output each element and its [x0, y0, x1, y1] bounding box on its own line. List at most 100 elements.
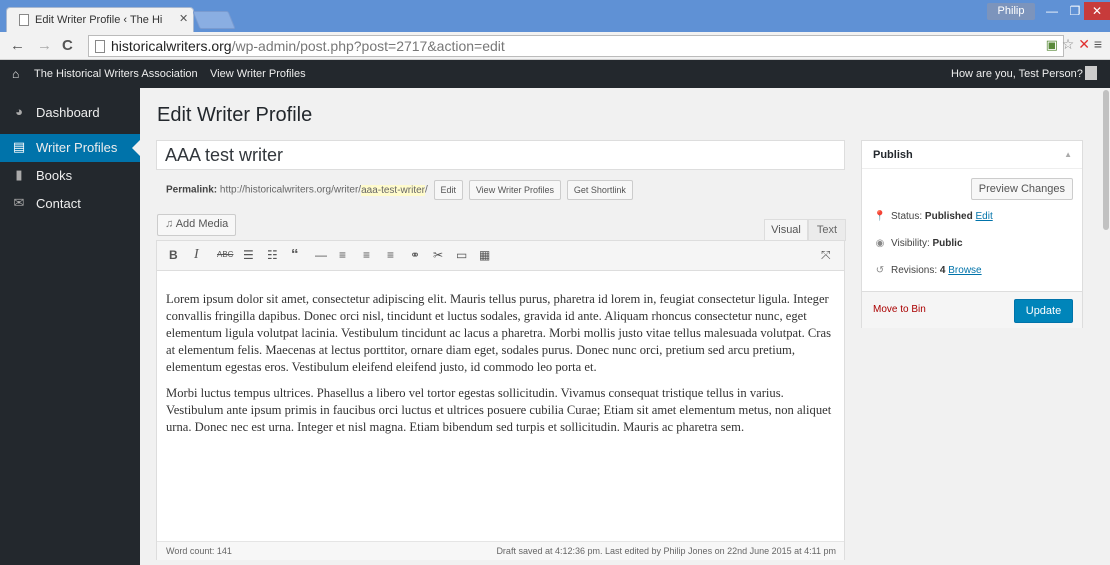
- move-to-bin-link[interactable]: Move to Bin: [873, 304, 926, 315]
- visibility-label: Visibility:: [891, 238, 930, 249]
- visibility-value: Public: [932, 238, 963, 249]
- status-edit-link[interactable]: Edit: [976, 211, 993, 222]
- writer-profiles-icon: ▤: [12, 139, 26, 154]
- window-close-icon[interactable]: ✕: [1084, 2, 1110, 20]
- toolbar-toggle-icon[interactable]: ▦: [479, 247, 490, 263]
- reload-icon[interactable]: C: [62, 37, 73, 54]
- preview-changes-button[interactable]: Preview Changes: [970, 178, 1073, 200]
- close-x-extension-icon[interactable]: ✕: [1078, 36, 1090, 52]
- status-row: 📍 Status: Published Edit: [873, 211, 993, 222]
- page-title: Edit Writer Profile: [157, 104, 313, 126]
- editor-content[interactable]: Lorem ipsum dolor sit amet, consectetur …: [166, 291, 836, 445]
- scrollbar-thumb[interactable]: [1103, 90, 1109, 230]
- admin-sidebar: ◕ Dashboard ▤ Writer Profiles ▮ Books ✉ …: [0, 88, 140, 565]
- books-icon: ▮: [15, 167, 23, 182]
- draft-status: Draft saved at 4:12:36 pm. Last edited b…: [496, 546, 836, 556]
- sidebar-item-label: Writer Profiles: [36, 140, 118, 155]
- account-greeting[interactable]: How are you, Test Person?: [951, 68, 1083, 80]
- strikethrough-icon[interactable]: ABC: [217, 247, 233, 263]
- tab-visual[interactable]: Visual: [764, 219, 808, 241]
- revisions-row: ↺ Revisions: 4 Browse: [873, 265, 982, 276]
- status-value: Published: [924, 211, 973, 222]
- horizontal-line-icon[interactable]: —: [315, 247, 327, 263]
- browser-user-chip[interactable]: Philip: [987, 3, 1035, 20]
- permalink-base[interactable]: http://historicalwriters.org/writer/: [220, 185, 361, 196]
- insert-link-icon[interactable]: ⚭: [410, 247, 420, 263]
- numbered-list-icon[interactable]: ☷: [267, 247, 278, 263]
- address-bar-row: ← → C historicalwriters.org/wp-admin/pos…: [0, 32, 1110, 60]
- view-writer-profiles-link[interactable]: View Writer Profiles: [210, 68, 306, 80]
- revisions-value: 4: [939, 265, 946, 276]
- remove-link-icon[interactable]: ✂: [433, 247, 443, 263]
- image-extension-icon[interactable]: ▣: [1046, 37, 1058, 52]
- publish-actions: Move to Bin Update: [862, 291, 1082, 328]
- avatar[interactable]: [1085, 66, 1097, 80]
- content-paragraph: Morbi luctus tempus ultrices. Phasellus …: [166, 386, 832, 434]
- publish-header[interactable]: Publish ▲: [862, 141, 1082, 169]
- sidebar-item-label: Dashboard: [36, 105, 100, 120]
- get-shortlink-button[interactable]: Get Shortlink: [566, 180, 633, 200]
- fullscreen-icon[interactable]: ⤧: [821, 247, 831, 263]
- browser-extension-icons: ▣ ☆ ✕ ≡: [1046, 36, 1102, 53]
- tab-close-icon[interactable]: ✕: [179, 12, 188, 25]
- revisions-label: Revisions:: [891, 265, 938, 276]
- word-count: Word count: 141: [166, 546, 232, 556]
- post-title-input[interactable]: AAA test writer: [156, 140, 845, 170]
- forward-icon[interactable]: →: [37, 37, 52, 54]
- back-icon[interactable]: ←: [10, 37, 25, 54]
- update-button[interactable]: Update: [1014, 299, 1073, 323]
- bookmark-star-icon[interactable]: ☆: [1062, 36, 1075, 52]
- pin-icon: 📍: [873, 211, 887, 222]
- bullet-list-icon[interactable]: ☰: [243, 247, 254, 263]
- publish-title: Publish: [873, 149, 913, 161]
- tab-text[interactable]: Text: [808, 219, 846, 241]
- sidebar-item-books[interactable]: ▮ Books: [0, 162, 140, 190]
- edit-permalink-button[interactable]: Edit: [433, 180, 464, 200]
- menu-icon[interactable]: ≡: [1094, 36, 1102, 52]
- collapse-arrow-icon[interactable]: ▲: [1064, 150, 1072, 159]
- eye-icon: ◉: [875, 238, 885, 249]
- bold-icon[interactable]: B: [169, 247, 178, 263]
- align-right-icon[interactable]: ≡: [387, 247, 394, 263]
- editor-status-bar: Word count: 141 Draft saved at 4:12:36 p…: [157, 541, 844, 560]
- browser-tab[interactable]: Edit Writer Profile ‹ The Hi ✕: [6, 7, 194, 32]
- content-paragraph: Lorem ipsum dolor sit amet, consectetur …: [166, 292, 831, 374]
- post-editor: B I ABC ☰ ☷ “ — ≡ ≡ ≡ ⚭ ✂ ▭ ▦ ⤧ Lorem ip…: [156, 240, 845, 560]
- add-media-label: Add Media: [175, 218, 229, 230]
- add-media-icon: ♫: [165, 218, 174, 230]
- sidebar-item-contact[interactable]: ✉ Contact: [0, 190, 140, 218]
- wp-admin-bar: ⌂ The Historical Writers Association Vie…: [0, 60, 1110, 88]
- editor-toolbar: B I ABC ☰ ☷ “ — ≡ ≡ ≡ ⚭ ✂ ▭ ▦ ⤧: [157, 241, 844, 271]
- permalink-tail: /: [424, 184, 428, 196]
- view-writer-profiles-button[interactable]: View Writer Profiles: [468, 180, 562, 200]
- visibility-row: ◉ Visibility: Public: [873, 238, 963, 249]
- add-media-button[interactable]: ♫ Add Media: [157, 214, 237, 236]
- home-icon[interactable]: ⌂: [12, 67, 19, 81]
- tab-title: Edit Writer Profile ‹ The Hi: [35, 14, 163, 26]
- sidebar-item-writer-profiles[interactable]: ▤ Writer Profiles: [0, 134, 140, 162]
- revisions-browse-link[interactable]: Browse: [948, 265, 981, 276]
- publish-box: Publish ▲ Preview Changes 📍 Status: Publi…: [861, 140, 1083, 328]
- align-left-icon[interactable]: ≡: [339, 247, 346, 263]
- url-input[interactable]: historicalwriters.org/wp-admin/post.php?…: [88, 35, 1064, 57]
- active-indicator: [132, 140, 140, 156]
- sidebar-item-dashboard[interactable]: ◕ Dashboard: [0, 99, 140, 127]
- revisions-clock-icon: ↺: [875, 265, 885, 276]
- align-center-icon[interactable]: ≡: [363, 247, 370, 263]
- url-text: historicalwriters.org/wp-admin/post.php?…: [111, 38, 505, 54]
- page-icon: [95, 40, 105, 53]
- blockquote-icon[interactable]: “: [291, 247, 299, 263]
- permalink-row: Permalink: http://historicalwriters.org/…: [166, 180, 633, 200]
- status-label: Status:: [891, 211, 923, 222]
- mail-icon: ✉: [13, 195, 25, 210]
- italic-icon[interactable]: I: [194, 247, 199, 263]
- dashboard-icon: ◕: [15, 104, 23, 119]
- page-favicon-icon: [19, 14, 29, 26]
- browser-tab-strip: Edit Writer Profile ‹ The Hi ✕ Philip — …: [0, 0, 1110, 32]
- site-name-link[interactable]: The Historical Writers Association: [34, 68, 198, 80]
- permalink-slug[interactable]: aaa-test-writer: [361, 184, 425, 196]
- read-more-icon[interactable]: ▭: [456, 247, 467, 263]
- new-tab-button[interactable]: [192, 11, 236, 29]
- permalink-label: Permalink:: [166, 184, 218, 196]
- sidebar-item-label: Books: [36, 168, 73, 183]
